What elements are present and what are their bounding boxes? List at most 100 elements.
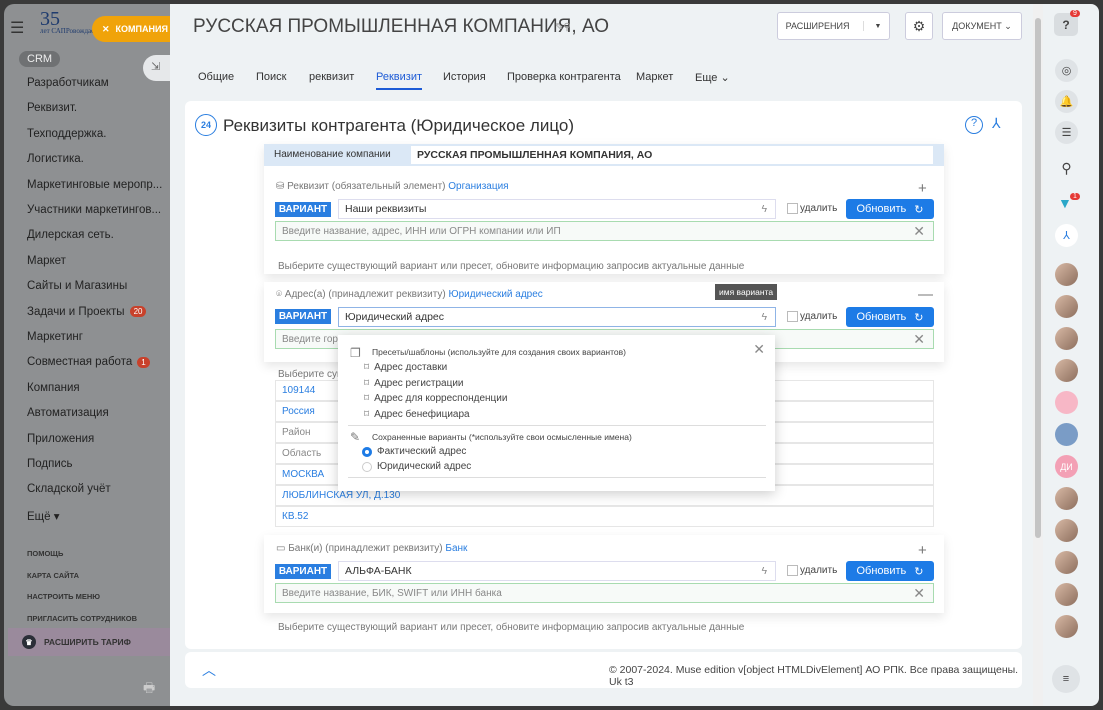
chat-icon[interactable]: ☰ (1055, 121, 1078, 144)
extensions-button[interactable]: РАСШИРЕНИЯ ▼ (777, 12, 890, 40)
avatar[interactable] (1055, 615, 1078, 638)
delete-checkbox[interactable]: удалить (787, 203, 837, 214)
tab[interactable]: Еще ⌄ (695, 71, 730, 84)
scrollbar-thumb[interactable] (1035, 18, 1041, 538)
edit-icon[interactable]: ✎⚲ (555, 22, 571, 33)
lightning-icon[interactable]: ϟ (761, 203, 767, 215)
print-icon[interactable]: 🖶 (143, 679, 155, 701)
document-icon[interactable] (1055, 423, 1078, 446)
requisite-variant-input[interactable]: Наши реквизиты ϟ (338, 199, 776, 219)
collapse-icon[interactable]: ⇲ (143, 55, 170, 81)
update-button[interactable]: Обновить ↻ (846, 561, 934, 581)
gear-icon[interactable]: ⚙ (905, 12, 933, 40)
sidebar-item[interactable]: Совместная работа 1 (27, 356, 150, 368)
close-icon[interactable]: ✕ (753, 341, 765, 358)
copyright: © 2007-2024. Muse edition v[object HTMLD… (609, 664, 1019, 688)
address-variant-input[interactable]: Юридический адрес ϟ (338, 307, 776, 327)
list-icon[interactable]: ≡ (1052, 665, 1080, 693)
sidebar-item[interactable]: Техподдержка. (27, 128, 106, 140)
sidebar-footer-link[interactable]: ПОМОЩЬ (27, 549, 63, 558)
requisite-search-input[interactable]: Введите название, адрес, ИНН или ОГРН ко… (275, 221, 934, 241)
add-icon[interactable]: + (918, 180, 927, 197)
avatar[interactable] (1055, 263, 1078, 286)
sidebar-item[interactable]: Сайты и Магазины (27, 280, 127, 292)
sidebar-item[interactable]: Участники маркетингов... (27, 204, 161, 216)
bell-icon[interactable]: 🔔 (1055, 90, 1078, 113)
clear-icon[interactable]: ✕ (913, 223, 925, 240)
tab[interactable]: Маркет (636, 71, 673, 83)
avatar[interactable] (1055, 487, 1078, 510)
scrollbar[interactable] (1033, 4, 1043, 706)
company-button[interactable]: ✕ КОМПАНИЯ (92, 16, 170, 42)
tab[interactable]: Общие (198, 71, 234, 83)
sidebar-item[interactable]: Маркет (27, 255, 66, 267)
tab[interactable]: Реквизит (376, 71, 422, 90)
avatar[interactable] (1055, 551, 1078, 574)
delete-checkbox[interactable]: удалить (787, 565, 837, 576)
address-field[interactable]: КВ.52 (275, 506, 934, 527)
avatar[interactable] (1055, 519, 1078, 542)
database-icon: ⛁ (276, 181, 285, 192)
sidebar-item[interactable]: Разработчикам (27, 77, 109, 89)
sidebar-item[interactable]: Маркетинг (27, 331, 83, 343)
sidebar-item[interactable]: Дилерская сеть. (27, 229, 114, 241)
delete-checkbox[interactable]: удалить (787, 311, 837, 322)
contact-card-icon[interactable] (1055, 391, 1078, 414)
sidebar-item[interactable]: Автоматизация (27, 407, 109, 419)
avatar[interactable] (1055, 295, 1078, 318)
sidebar-item[interactable]: Подпись (27, 458, 73, 470)
requisite-link[interactable]: Организация (448, 181, 508, 192)
scroll-top-icon[interactable]: ︿ (202, 660, 216, 680)
update-button[interactable]: Обновить ↻ (846, 199, 934, 219)
menu-icon[interactable]: ☰ (10, 18, 24, 38)
sidebar-item[interactable]: Ещё ▾ (27, 509, 60, 523)
avatar[interactable] (1055, 583, 1078, 606)
sidebar-item[interactable]: Маркетинговые меропр... (27, 179, 162, 191)
bank-variant-input[interactable]: АЛЬФА-БАНК ϟ (338, 561, 776, 581)
tab[interactable]: реквизит (309, 71, 354, 83)
help-icon[interactable]: ? (965, 116, 983, 134)
saved-variant-radio[interactable]: Юридический адрес (362, 461, 471, 472)
sidebar-item[interactable]: Приложения (27, 433, 94, 445)
lightning-icon[interactable]: ϟ (761, 311, 767, 323)
bank-search-input[interactable]: Введите название, БИК, SWIFT или ИНН бан… (275, 583, 934, 603)
document-button[interactable]: ДОКУМЕНТ ⌄ (942, 12, 1022, 40)
clear-icon[interactable]: ✕ (913, 331, 925, 348)
avatar[interactable]: ДИ (1055, 455, 1078, 478)
tab[interactable]: История (443, 71, 486, 83)
sidebar-item[interactable]: Задачи и Проекты 20 (27, 306, 147, 318)
company-name-value[interactable]: РУССКАЯ ПРОМЫШЛЕННАЯ КОМПАНИЯ, АО (411, 146, 933, 164)
chevron-down-icon[interactable]: ▼ (864, 23, 881, 30)
update-button[interactable]: Обновить ↻ (846, 307, 934, 327)
sidebar-item[interactable]: Логистика. (27, 153, 84, 165)
sidebar-item[interactable]: Складской учёт (27, 483, 111, 495)
bank-link[interactable]: Банк (445, 543, 467, 554)
compass-icon[interactable]: ⅄ (992, 115, 1001, 132)
upgrade-plan-button[interactable]: ♛ РАСШИРИТЬ ТАРИФ (8, 628, 170, 656)
clear-icon[interactable]: ✕ (913, 585, 925, 602)
crm-badge[interactable]: CRM (19, 51, 61, 67)
tab[interactable]: Поиск (256, 71, 286, 83)
preset-item[interactable]: ⌑ Адрес регистрации (364, 378, 464, 389)
avatar[interactable] (1055, 327, 1078, 350)
tab[interactable]: Проверка контрагента (507, 71, 621, 83)
collapse-minus-icon[interactable]: — (918, 286, 933, 303)
help-badge: 9 (1070, 10, 1080, 17)
preset-item[interactable]: ⌑ Адрес доставки (364, 362, 447, 373)
avatar[interactable] (1055, 359, 1078, 382)
address-link[interactable]: Юридический адрес (449, 289, 543, 300)
activity-icon[interactable]: ◎ (1055, 59, 1078, 82)
add-icon[interactable]: + (918, 542, 927, 559)
compass-icon[interactable]: ⅄ (1055, 224, 1078, 247)
preset-item[interactable]: ⌑ Адрес для корреспонденции (364, 393, 507, 404)
saved-variant-radio[interactable]: Фактический адрес (362, 446, 466, 457)
search-icon[interactable]: ⚲ (1055, 157, 1078, 180)
preset-item[interactable]: ⌑ Адрес бенефициара (364, 409, 470, 420)
sidebar-badge: 20 (129, 306, 147, 318)
sidebar-item[interactable]: Компания (27, 382, 80, 394)
sidebar-footer-link[interactable]: КАРТА САЙТА (27, 571, 79, 580)
sidebar-item[interactable]: Реквизит. (27, 102, 77, 114)
lightning-icon[interactable]: ϟ (761, 565, 767, 577)
sidebar-footer-link[interactable]: ПРИГЛАСИТЬ СОТРУДНИКОВ (27, 614, 137, 623)
sidebar-footer-link[interactable]: НАСТРОИТЬ МЕНЮ (27, 592, 100, 601)
